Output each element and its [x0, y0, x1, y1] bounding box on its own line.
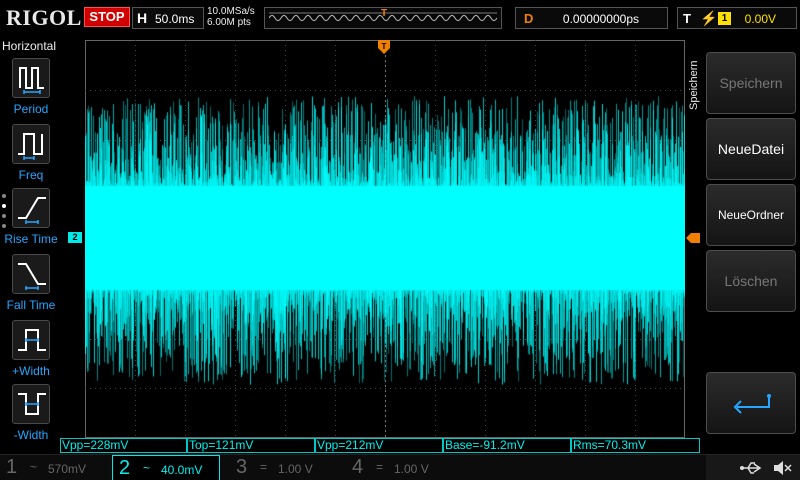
save-softkey[interactable]: Speichern: [706, 52, 796, 114]
coupling-icon: ~: [30, 460, 38, 474]
fall-time-icon: [12, 254, 50, 294]
positive-width-icon: [12, 320, 50, 360]
ch2-waveform-trace: [85, 40, 685, 438]
save-menu: Speichern Speichern NeueDatei NeueOrdner…: [686, 36, 800, 440]
run-stop-indicator[interactable]: STOP: [84, 7, 130, 27]
trigger-level: 0.00V: [744, 12, 776, 26]
measurement-vpp-1[interactable]: Vpp=228mV: [60, 438, 187, 453]
timebase-box[interactable]: H 50.0ms: [132, 7, 204, 29]
period-icon: [12, 58, 50, 98]
rigol-logo: RIGOL: [6, 5, 82, 30]
sample-rate: 10.0MSa/s: [207, 6, 255, 17]
delay-label: D: [524, 11, 534, 26]
channel-scale: 40.0mV: [161, 463, 203, 477]
channel-1-tab[interactable]: 1 ~ 570mV: [0, 455, 112, 480]
memory-depth: 6.00M pts: [207, 17, 251, 28]
channel-number: 1: [6, 456, 18, 478]
trigger-source: 1: [718, 12, 731, 25]
channel-3-tab[interactable]: 3 = 1.00 V: [230, 455, 342, 480]
measurement-vpp-2[interactable]: Vpp=212mV: [315, 438, 443, 453]
delete-softkey[interactable]: Löschen: [706, 250, 796, 312]
new-folder-softkey[interactable]: NeueOrdner: [706, 184, 796, 246]
measure-period-label: Period: [13, 102, 49, 116]
timebase-value: 50.0ms: [155, 12, 195, 26]
coupling-icon: =: [260, 460, 268, 474]
channel-number: 4: [352, 456, 364, 478]
new-file-softkey[interactable]: NeueDatei: [706, 118, 796, 180]
measurement-rms[interactable]: Rms=70.3mV: [571, 438, 700, 453]
delay-value: 0.00000000ps: [562, 12, 639, 26]
measure-freq-label: Freq: [18, 168, 44, 182]
measure-rise-time-button[interactable]: Rise Time: [0, 188, 60, 250]
measure-fall-time-button[interactable]: Fall Time: [0, 254, 60, 316]
channel-status-bar: 1 ~ 570mV 2 ~ 40.0mV 3 = 1.00 V 4 = 1.00…: [0, 454, 800, 480]
measurement-base[interactable]: Base=-91.2mV: [443, 438, 571, 453]
return-arrow-icon: [733, 394, 771, 414]
coupling-icon: ~: [143, 461, 151, 475]
coupling-icon: =: [376, 460, 384, 474]
horizontal-label: H: [137, 10, 148, 26]
measure-freq-button[interactable]: Freq: [0, 124, 60, 186]
top-status-bar: RIGOL STOP H 50.0ms 10.0MSa/s 6.00M pts …: [0, 0, 800, 36]
save-menu-title: Speichern: [688, 60, 700, 110]
rise-time-icon: [12, 188, 50, 228]
measure-positive-width-button[interactable]: +Width: [0, 320, 60, 382]
channel-scale: 1.00 V: [278, 462, 313, 476]
acquisition-info: 10.0MSa/s 6.00M pts: [207, 6, 255, 28]
trigger-box[interactable]: T ⚡ 1 0.00V: [677, 7, 797, 29]
measurement-results-bar: Vpp=228mV Top=121mV Vpp=212mV Base=-91.2…: [60, 438, 700, 454]
frequency-icon: [12, 124, 50, 164]
negative-width-icon: [12, 384, 50, 424]
svg-text:T: T: [382, 42, 387, 51]
channel-2-tab[interactable]: 2 ~ 40.0mV: [112, 455, 220, 480]
channel-4-tab[interactable]: 4 = 1.00 V: [346, 455, 458, 480]
trigger-label: T: [683, 11, 691, 26]
channel-number: 3: [236, 456, 248, 478]
channel-number: 2: [119, 457, 131, 479]
measure-rise-time-label: Rise Time: [4, 232, 58, 246]
rising-edge-icon: ⚡: [700, 10, 718, 26]
measure-menu: Horizontal Period Freq Rise Time Fall Ti…: [0, 36, 60, 442]
memory-timeline[interactable]: T: [264, 7, 502, 29]
measure-period-button[interactable]: Period: [0, 58, 60, 120]
usb-icon: [740, 462, 762, 474]
measure-negative-width-button[interactable]: -Width: [0, 384, 60, 446]
trigger-position-marker: T: [381, 8, 388, 19]
trigger-position-top-marker[interactable]: T: [378, 40, 390, 54]
channel-scale: 570mV: [48, 462, 87, 476]
channel-scale: 1.00 V: [394, 462, 429, 476]
measurement-top[interactable]: Top=121mV: [187, 438, 315, 453]
measure-positive-width-label: +Width: [12, 364, 50, 378]
measure-negative-width-label: -Width: [13, 428, 49, 442]
measure-fall-time-label: Fall Time: [6, 298, 56, 312]
system-status-icons: [706, 455, 800, 480]
waveform-display[interactable]: [85, 40, 685, 438]
ch2-offset-marker[interactable]: 2: [68, 232, 82, 243]
measure-category-title: Horizontal: [2, 39, 57, 53]
delay-box[interactable]: D 0.00000000ps: [515, 7, 668, 29]
return-softkey[interactable]: [706, 372, 796, 434]
speaker-muted-icon[interactable]: [772, 459, 792, 477]
